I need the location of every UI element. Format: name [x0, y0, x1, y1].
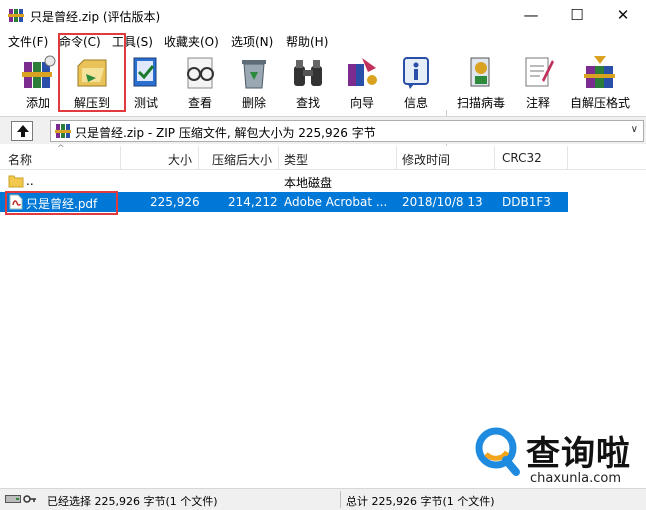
delete-recycle-icon — [242, 60, 266, 89]
column-divider[interactable] — [396, 146, 397, 170]
column-header: ^ 名称 大小 压缩后大小 类型 修改时间 CRC32 — [0, 144, 646, 170]
info-icon — [403, 57, 429, 89]
watermark-domain: chaxunla.com — [530, 471, 621, 486]
table-row-parent[interactable]: .. 本地磁盘 — [0, 171, 568, 191]
sort-ascending-icon: ^ — [57, 144, 65, 154]
up-folder-button[interactable] — [11, 121, 33, 141]
extract-to-highlight-box — [58, 33, 126, 112]
watermark: 查询啦 chaxunla.com — [474, 424, 644, 488]
status-total: 总计 225,926 字节(1 个文件) — [346, 495, 495, 508]
winrar-app-icon — [8, 9, 24, 22]
address-bar: 只是曾经.zip - ZIP 压缩文件, 解包大小为 225,926 字节 ∨ — [0, 116, 646, 144]
row-size: 225,926 — [150, 195, 200, 209]
find-binoculars-icon — [294, 60, 322, 86]
status-divider — [340, 491, 341, 508]
comment-button[interactable]: 注释 — [509, 52, 567, 114]
column-name[interactable]: 名称 — [8, 151, 32, 168]
virus-scan-icon — [470, 57, 490, 87]
column-divider[interactable] — [278, 146, 279, 170]
watermark-logo-icon — [475, 427, 520, 476]
key-icon[interactable] — [23, 494, 37, 504]
info-label: 信息 — [403, 96, 428, 110]
comment-icon — [525, 57, 554, 87]
row-modified: 2018/10/8 13 — [402, 195, 483, 209]
row-packed-size: 214,212 — [228, 195, 278, 209]
menu-file[interactable]: 文件(F) — [8, 33, 48, 50]
info-button[interactable]: 信息 — [387, 52, 445, 114]
virus-scan-button[interactable]: 扫描病毒 — [452, 52, 510, 114]
add-books-icon — [22, 55, 56, 88]
minimize-button[interactable]: — — [508, 0, 554, 30]
column-crc32[interactable]: CRC32 — [502, 151, 542, 165]
sfx-button[interactable]: 自解压格式 — [570, 52, 630, 114]
row-name: .. — [26, 174, 34, 188]
maximize-button[interactable]: ☐ — [554, 0, 600, 30]
view-glasses-icon — [187, 57, 214, 89]
drive-icon[interactable] — [5, 494, 21, 504]
archive-path-text: 只是曾经.zip - ZIP 压缩文件, 解包大小为 225,926 字节 — [75, 126, 376, 140]
status-bar: 已经选择 225,926 字节(1 个文件) 总计 225,926 字节(1 个… — [0, 488, 646, 510]
title-bar: 只是曾经.zip (评估版本) — ☐ ✕ — [0, 0, 646, 30]
row-type: 本地磁盘 — [284, 176, 333, 190]
row-crc32: DDB1F3 — [502, 195, 551, 209]
menu-favorites[interactable]: 收藏夹(O) — [164, 33, 219, 50]
column-size[interactable]: 大小 — [168, 151, 192, 168]
column-divider[interactable] — [567, 146, 568, 170]
sfx-label: 自解压格式 — [569, 96, 630, 110]
close-button[interactable]: ✕ — [600, 0, 646, 30]
column-modified[interactable]: 修改时间 — [402, 151, 450, 168]
chevron-down-icon[interactable]: ∨ — [631, 124, 638, 135]
sfx-icon — [584, 56, 615, 88]
wizard-icon — [348, 58, 377, 86]
column-divider[interactable] — [494, 146, 495, 170]
archive-path-field[interactable]: 只是曾经.zip - ZIP 压缩文件, 解包大小为 225,926 字节 ∨ — [50, 120, 644, 142]
archive-icon — [55, 124, 71, 138]
column-divider[interactable] — [120, 146, 121, 170]
row-type: Adobe Acrobat ... — [284, 195, 388, 209]
menu-help[interactable]: 帮助(H) — [286, 33, 328, 50]
test-icon — [133, 57, 157, 87]
window-title: 只是曾经.zip (评估版本) — [30, 10, 161, 24]
folder-icon — [8, 175, 24, 188]
column-type[interactable]: 类型 — [284, 151, 308, 168]
file-name-highlight-box — [5, 191, 118, 215]
column-divider[interactable] — [198, 146, 199, 170]
watermark-brand: 查询啦 — [526, 434, 631, 474]
status-selected: 已经选择 225,926 字节(1 个文件) — [47, 495, 218, 508]
column-packed-size[interactable]: 压缩后大小 — [212, 151, 272, 168]
up-arrow-icon — [17, 125, 29, 137]
comment-label: 注释 — [525, 96, 550, 110]
menu-options[interactable]: 选项(N) — [231, 33, 273, 50]
